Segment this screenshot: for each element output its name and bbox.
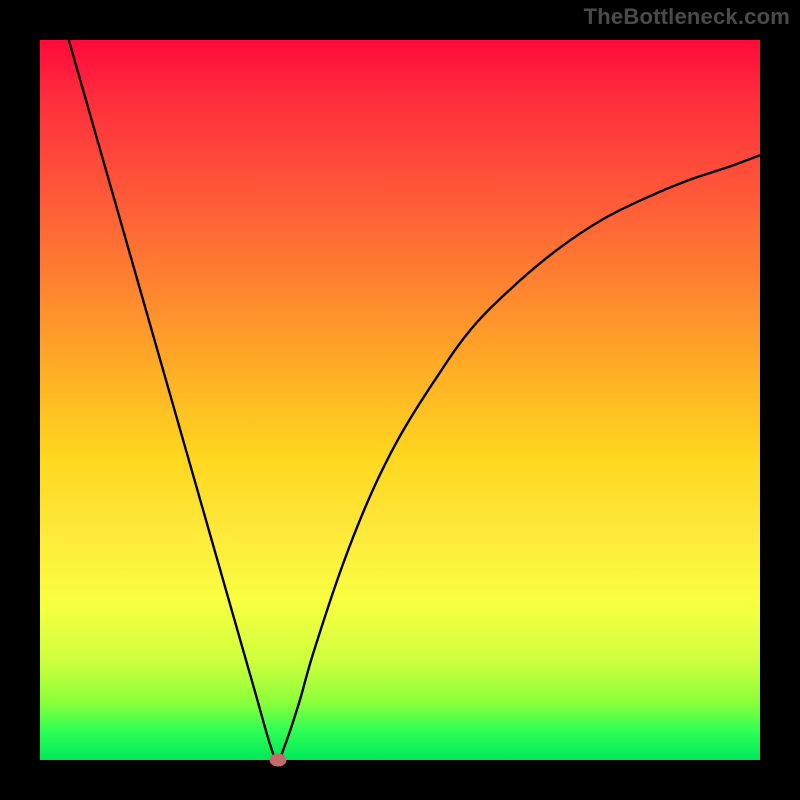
chart-frame: TheBottleneck.com <box>0 0 800 800</box>
curve-path <box>69 40 760 760</box>
minimum-marker <box>269 754 286 767</box>
plot-area <box>40 40 760 760</box>
watermark-text: TheBottleneck.com <box>584 4 790 30</box>
bottleneck-curve <box>40 40 760 760</box>
